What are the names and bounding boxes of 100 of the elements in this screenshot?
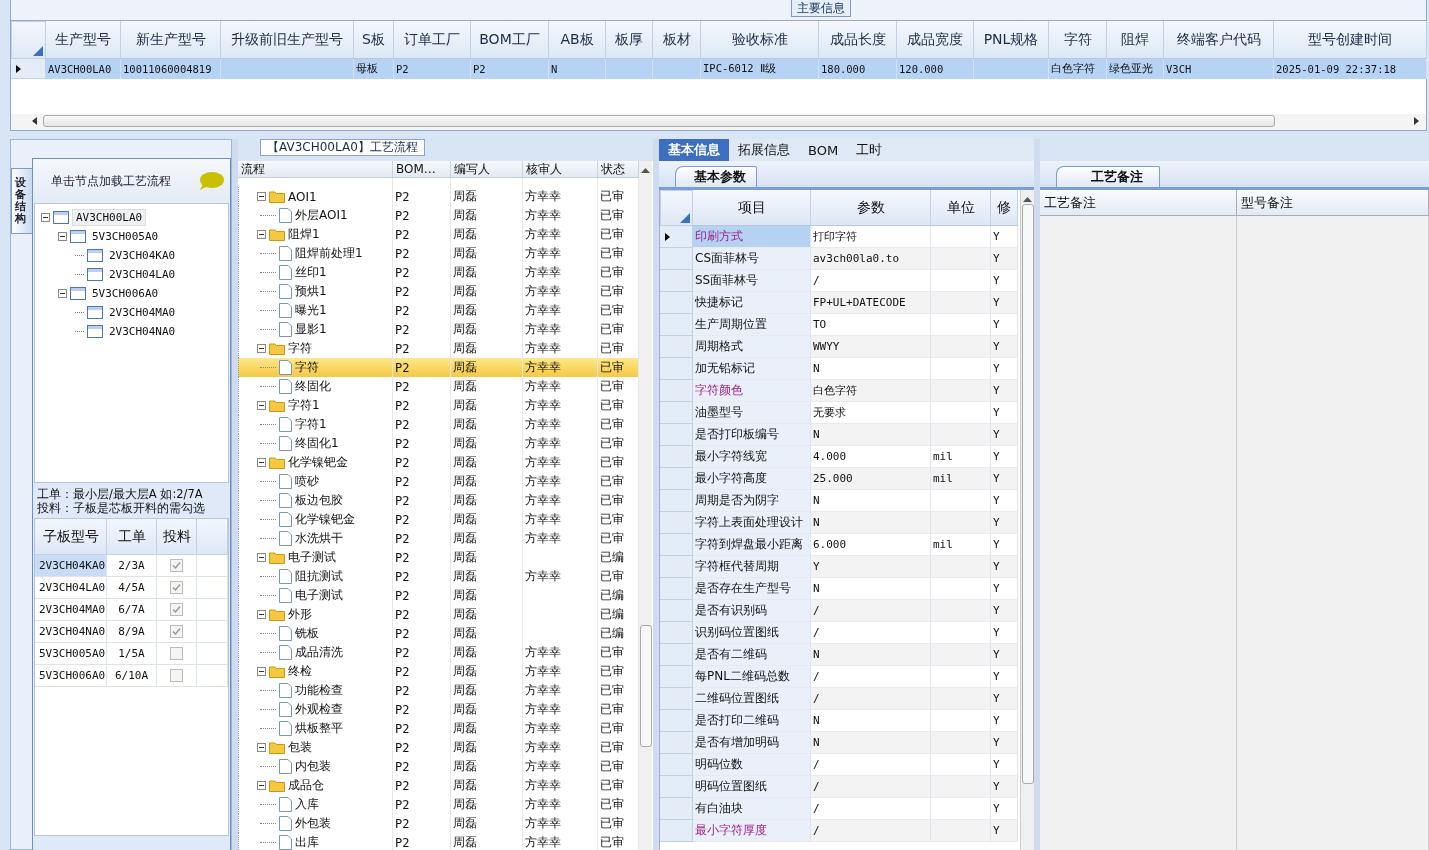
tree-node[interactable]: 终固化1 bbox=[295, 435, 339, 452]
expander-icon[interactable] bbox=[58, 289, 67, 298]
tree-node[interactable]: 阻抗测试 bbox=[295, 568, 343, 585]
checkbox[interactable] bbox=[170, 603, 183, 616]
tree-node[interactable]: AV3CH00LA0 bbox=[72, 209, 147, 226]
column-header[interactable]: 验收标准 bbox=[701, 21, 819, 59]
expander-icon[interactable] bbox=[257, 781, 266, 790]
tree-node[interactable]: 包装 bbox=[288, 739, 312, 756]
tab[interactable]: BOM bbox=[799, 139, 848, 161]
side-tab[interactable]: 设备结构 bbox=[11, 168, 32, 235]
expander-icon[interactable] bbox=[257, 192, 266, 201]
tab[interactable]: 拓展信息 bbox=[729, 139, 799, 161]
tree-node[interactable]: 化学镍钯金 bbox=[288, 454, 348, 471]
column-header[interactable]: 型号创建时间 bbox=[1274, 21, 1427, 59]
checkbox[interactable] bbox=[170, 647, 183, 660]
column-header[interactable]: 项目 bbox=[693, 190, 811, 226]
checkbox[interactable] bbox=[170, 625, 183, 638]
tab[interactable]: 基本信息 bbox=[659, 139, 729, 161]
checkbox[interactable] bbox=[170, 581, 183, 594]
tree-node[interactable]: 2V3CH04NA0 bbox=[106, 324, 179, 339]
column-header[interactable]: 单位 bbox=[931, 190, 991, 226]
tree-node[interactable]: 电子测试 bbox=[295, 587, 343, 604]
tree-node[interactable]: 阻焊1 bbox=[288, 226, 320, 243]
tree-node[interactable]: 曝光1 bbox=[295, 302, 327, 319]
expander-icon[interactable] bbox=[257, 344, 266, 353]
scroll-thumb[interactable] bbox=[1021, 204, 1034, 784]
tree-node[interactable]: 丝印1 bbox=[295, 264, 327, 281]
tree-node[interactable]: 功能检查 bbox=[295, 682, 343, 699]
table-cell[interactable]: 5V3CH006A0 bbox=[35, 665, 107, 687]
scroll-up-icon[interactable] bbox=[1023, 196, 1032, 202]
column-header[interactable]: BOM… bbox=[393, 161, 451, 178]
scroll-up-icon[interactable] bbox=[641, 167, 650, 173]
tree-node[interactable]: 铣板 bbox=[295, 625, 319, 642]
tree-node[interactable]: 2V3CH04KA0 bbox=[106, 248, 179, 263]
column-header[interactable]: AB板 bbox=[549, 21, 606, 59]
column-header[interactable]: 核审人 bbox=[523, 161, 598, 178]
vertical-scrollbar[interactable] bbox=[1020, 190, 1034, 850]
horizontal-scrollbar[interactable] bbox=[11, 114, 1426, 130]
tab[interactable]: 基本参数 bbox=[675, 166, 757, 187]
column-header[interactable]: 板厚 bbox=[606, 21, 653, 59]
column-header[interactable]: 状态 bbox=[598, 161, 639, 178]
tree-node[interactable]: 水洗烘干 bbox=[295, 530, 343, 547]
column-header[interactable]: 新生产型号 bbox=[121, 21, 221, 59]
tree-node[interactable]: 2V3CH04MA0 bbox=[106, 305, 179, 320]
column-header[interactable]: PNL规格 bbox=[974, 21, 1049, 59]
column-header[interactable]: 成品长度 bbox=[819, 21, 897, 59]
column-header[interactable]: BOM工厂 bbox=[471, 21, 549, 59]
tree-node[interactable]: 字符 bbox=[288, 340, 312, 357]
column-header[interactable]: 升级前旧生产型号 bbox=[221, 21, 354, 59]
expander-icon[interactable] bbox=[257, 230, 266, 239]
row-header[interactable] bbox=[11, 59, 46, 79]
column-header[interactable]: 子板型号 bbox=[35, 519, 107, 555]
table-cell[interactable]: 2V3CH04LA0 bbox=[35, 577, 107, 599]
tree-node[interactable]: 字符1 bbox=[288, 397, 320, 414]
expander-icon[interactable] bbox=[257, 401, 266, 410]
scroll-thumb[interactable] bbox=[639, 625, 652, 747]
tree-node[interactable]: 字符 bbox=[295, 359, 319, 376]
expander-icon[interactable] bbox=[257, 458, 266, 467]
column-header[interactable]: 成品宽度 bbox=[897, 21, 974, 59]
tree-node[interactable]: 预烘1 bbox=[295, 283, 327, 300]
column-header[interactable]: 终端客户代码 bbox=[1164, 21, 1274, 59]
tab[interactable]: 工时 bbox=[847, 139, 892, 161]
tree-node[interactable]: AOI1 bbox=[288, 189, 317, 204]
tree-node[interactable]: 外观检查 bbox=[295, 701, 343, 718]
column-header[interactable]: 生产型号 bbox=[46, 21, 121, 59]
checkbox[interactable] bbox=[170, 559, 183, 572]
tree-node[interactable]: 内包装 bbox=[295, 758, 331, 775]
expander-icon[interactable] bbox=[58, 232, 67, 241]
expander-icon[interactable] bbox=[41, 213, 50, 222]
tree-node[interactable]: 化学镍钯金 bbox=[295, 511, 355, 528]
column-header[interactable]: S板 bbox=[354, 21, 394, 59]
column-header[interactable]: 流程 bbox=[238, 161, 393, 178]
column-header[interactable]: 型号备注 bbox=[1237, 190, 1429, 216]
tree-node[interactable]: 阻焊前处理1 bbox=[295, 245, 363, 262]
table-cell[interactable]: 2V3CH04NA0 bbox=[35, 621, 107, 643]
tree-node[interactable]: 终固化 bbox=[295, 378, 331, 395]
tree-node[interactable]: 电子测试 bbox=[288, 549, 336, 566]
column-header[interactable]: 工艺备注 bbox=[1040, 190, 1237, 216]
column-header[interactable]: 投料 bbox=[157, 519, 197, 555]
tree-node[interactable]: 终检 bbox=[288, 663, 312, 680]
tree-node[interactable]: 外包装 bbox=[295, 815, 331, 832]
scroll-right-icon[interactable] bbox=[1412, 116, 1420, 126]
column-header[interactable]: 板材 bbox=[653, 21, 701, 59]
tree-node[interactable]: 2V3CH04LA0 bbox=[106, 267, 179, 282]
tree-node[interactable]: 成品清洗 bbox=[295, 644, 343, 661]
tree-node[interactable]: 5V3CH006A0 bbox=[89, 286, 162, 301]
column-header[interactable]: 订单工厂 bbox=[394, 21, 471, 59]
checkbox[interactable] bbox=[170, 669, 183, 682]
tree-node[interactable]: 喷砂 bbox=[295, 473, 319, 490]
expander-icon[interactable] bbox=[257, 743, 266, 752]
tab[interactable]: 工艺备注 bbox=[1056, 166, 1160, 187]
column-header[interactable]: 字符 bbox=[1049, 21, 1107, 59]
tree-node[interactable]: 外层AOI1 bbox=[295, 207, 348, 224]
tree-node[interactable]: 外形 bbox=[288, 606, 312, 623]
column-header[interactable]: 阻焊 bbox=[1107, 21, 1164, 59]
column-header[interactable]: 工单 bbox=[107, 519, 157, 555]
table-cell[interactable]: 5V3CH005A0 bbox=[35, 643, 107, 665]
row-header[interactable] bbox=[660, 226, 693, 248]
tree-node[interactable]: 烘板整平 bbox=[295, 720, 343, 737]
expander-icon[interactable] bbox=[257, 667, 266, 676]
